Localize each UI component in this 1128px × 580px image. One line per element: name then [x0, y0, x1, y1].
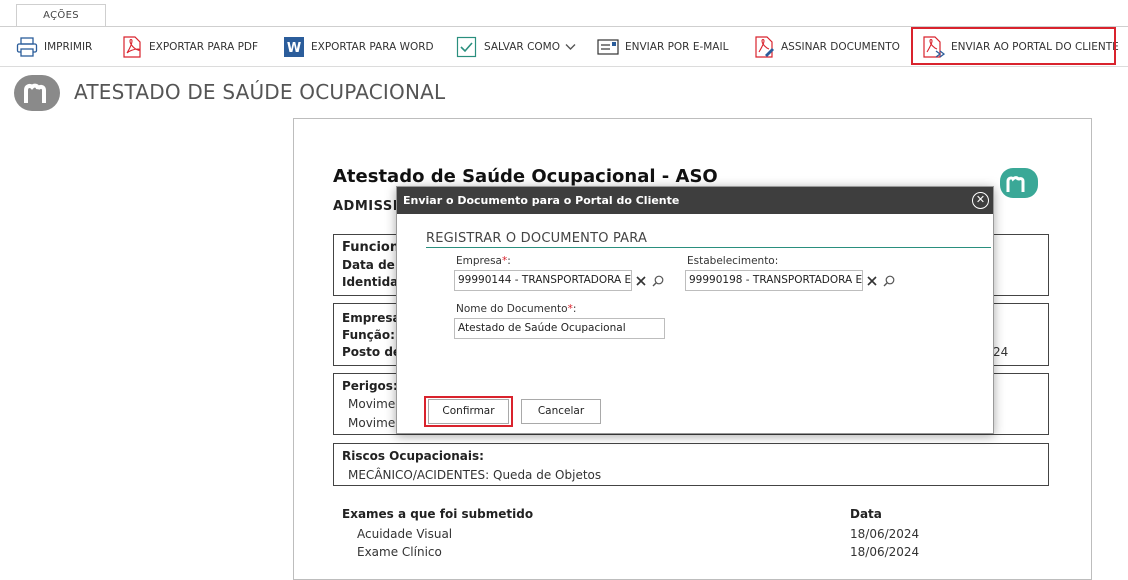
send-email-button[interactable]: ENVIAR POR E-MAIL: [597, 35, 728, 59]
empresa-label: Empresa*:: [456, 255, 511, 267]
close-icon[interactable]: ✕: [972, 192, 989, 209]
sign-document-label: ASSINAR DOCUMENTO: [781, 41, 900, 53]
empresa-field-group: 99990144 - TRANSPORTADORA ES: [454, 270, 666, 291]
pdf-icon: [123, 36, 141, 58]
clear-icon[interactable]: [863, 270, 880, 291]
chevron-down-icon: [565, 44, 576, 50]
document-title: Atestado de Saúde Ocupacional - ASO: [333, 166, 718, 187]
printer-icon: [16, 37, 38, 57]
section-divider: [426, 247, 991, 248]
dialog-title: Enviar o Documento para o Portal do Clie…: [397, 187, 993, 214]
estabelecimento-input[interactable]: 99990198 - TRANSPORTADORA ES: [685, 270, 863, 291]
tab-acoes[interactable]: AÇÕES: [16, 4, 106, 28]
export-pdf-label: EXPORTAR PARA PDF: [149, 41, 259, 53]
exam-name: Exame Clínico: [357, 545, 442, 559]
send-portal-dialog: Enviar o Documento para o Portal do Clie…: [396, 186, 994, 434]
perigos-title: Perigos:: [342, 379, 398, 393]
estabelecimento-field-group: 99990198 - TRANSPORTADORA ES: [685, 270, 897, 291]
sign-document-button[interactable]: ASSINAR DOCUMENTO: [753, 35, 900, 59]
search-icon[interactable]: [649, 270, 666, 291]
date-header: Data: [850, 507, 882, 521]
svg-text:W: W: [287, 41, 301, 56]
sign-pdf-icon: [755, 36, 774, 58]
riscos-box: Riscos Ocupacionais: MECÂNICO/ACIDENTES:…: [333, 443, 1049, 486]
risco-item: MECÂNICO/ACIDENTES: Queda de Objetos: [348, 468, 602, 482]
save-as-label: SALVAR COMO: [484, 41, 560, 53]
exam-name: Acuidade Visual: [357, 527, 453, 541]
print-label: IMPRIMIR: [44, 41, 93, 53]
document-name-input[interactable]: Atestado de Saúde Ocupacional: [454, 318, 665, 339]
box2-right-value: 24: [993, 345, 1009, 359]
export-pdf-button[interactable]: EXPORTAR PARA PDF: [121, 35, 258, 59]
send-email-label: ENVIAR POR E-MAIL: [625, 41, 729, 53]
estabelecimento-label: Estabelecimento:: [687, 255, 779, 267]
search-icon[interactable]: [880, 270, 897, 291]
save-icon: [456, 36, 477, 58]
app-logo: [14, 73, 62, 117]
export-word-button[interactable]: W EXPORTAR PARA WORD: [283, 35, 434, 59]
page-title: ATESTADO DE SAÚDE OCUPACIONAL: [74, 80, 446, 104]
exams-header: Exames a que foi submetido: [342, 507, 534, 521]
box2-line-3: Posto de: [342, 345, 402, 359]
word-icon: W: [284, 37, 304, 57]
print-button[interactable]: IMPRIMIR: [16, 35, 92, 59]
exam-date: 18/06/2024: [850, 545, 920, 559]
perigo-item: Movimen: [348, 397, 403, 411]
confirm-button[interactable]: Confirmar: [428, 399, 509, 424]
save-as-button[interactable]: SALVAR COMO: [456, 35, 576, 59]
export-word-label: EXPORTAR PARA WORD: [311, 41, 434, 53]
perigo-item: Movimen: [348, 416, 403, 430]
exam-date: 18/06/2024: [850, 527, 920, 541]
section-title: REGISTRAR O DOCUMENTO PARA: [426, 231, 648, 246]
riscos-title: Riscos Ocupacionais:: [342, 449, 484, 463]
send-portal-highlight: [911, 27, 1116, 65]
empresa-input[interactable]: 99990144 - TRANSPORTADORA ES: [454, 270, 632, 291]
email-icon: [597, 39, 619, 55]
cancel-button[interactable]: Cancelar: [521, 399, 601, 424]
document-name-label: Nome do Documento*:: [456, 303, 577, 315]
clear-icon[interactable]: [632, 270, 649, 291]
